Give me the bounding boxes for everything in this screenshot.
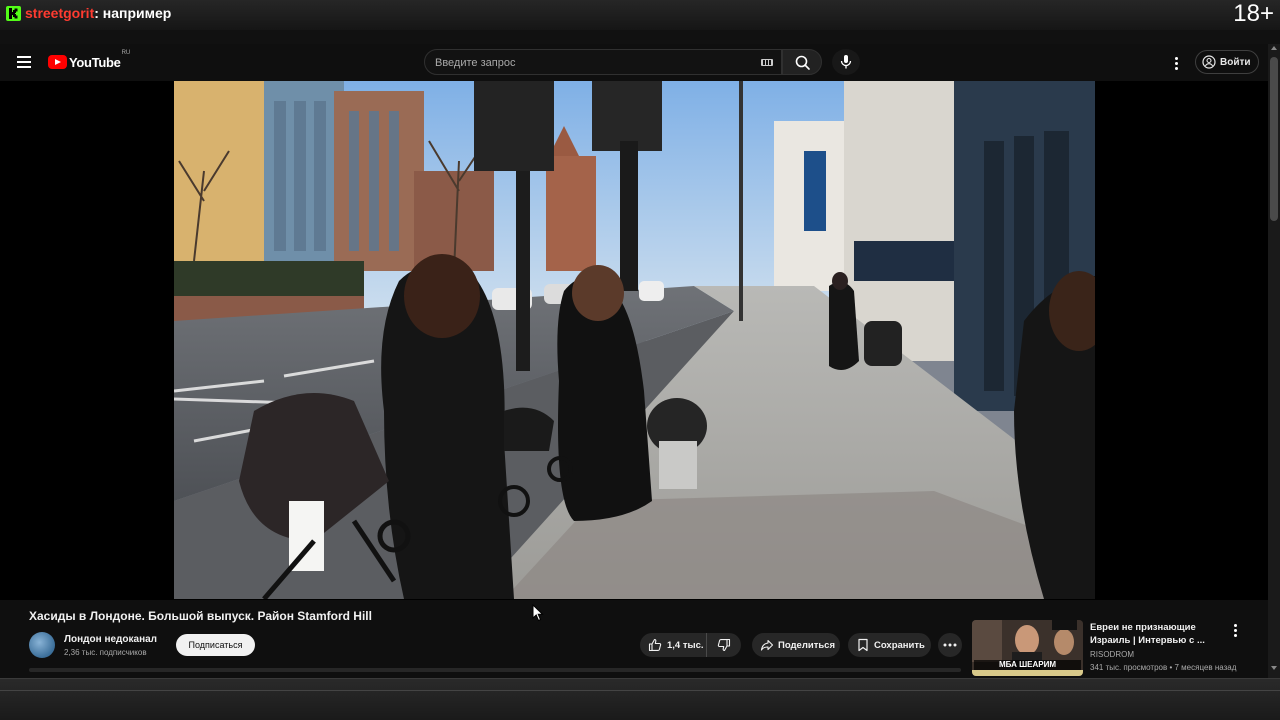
recommended-channel-name[interactable]: RISODROM — [1090, 650, 1134, 659]
stream-overlay-bar: streetgorit: например 18+ — [0, 0, 1280, 30]
search-input[interactable] — [435, 54, 755, 72]
account-icon — [1202, 55, 1216, 69]
youtube-masthead: YouTube RU Войти — [0, 44, 1268, 81]
page-scrollbar[interactable] — [1268, 44, 1280, 678]
video-details: Хасиды в Лондоне. Большой выпуск. Район … — [0, 600, 1268, 678]
search-button[interactable] — [782, 49, 822, 75]
kick-logo-icon — [6, 6, 21, 21]
search-icon — [795, 55, 810, 70]
youtube-logo-icon — [48, 55, 67, 69]
recommended-video-thumbnail[interactable]: МБА ШЕАРИМ — [972, 620, 1083, 676]
region-code: RU — [121, 50, 131, 56]
save-button[interactable]: Сохранить — [848, 633, 931, 657]
like-button[interactable]: 1,4 тыс. — [640, 633, 707, 657]
dislike-button[interactable] — [707, 633, 741, 657]
thumbnail-caption: МБА ШЕАРИМ — [974, 660, 1081, 670]
subscriber-count: 2,36 тыс. подписчиков — [64, 648, 147, 657]
scroll-down-arrow[interactable] — [1271, 666, 1277, 670]
stream-channel: streetgorit — [25, 5, 95, 21]
age-rating-badge: 18+ — [1233, 0, 1274, 27]
like-count: 1,4 тыс. — [667, 639, 704, 651]
stream-status: например — [98, 5, 172, 21]
mic-icon — [840, 55, 852, 69]
overlay-divider — [0, 30, 1280, 44]
stream-title: streetgorit: например — [25, 5, 171, 21]
more-vert-icon[interactable] — [1228, 620, 1242, 638]
like-dislike-group: 1,4 тыс. — [640, 633, 741, 657]
voice-search-button[interactable] — [832, 49, 860, 75]
search-box — [424, 49, 782, 75]
recommended-video-title[interactable]: Евреи не признающие Израиль | Интервью с… — [1090, 621, 1220, 647]
scroll-up-arrow[interactable] — [1271, 46, 1277, 50]
more-horiz-icon[interactable] — [938, 633, 962, 657]
share-button[interactable]: Поделиться — [752, 633, 840, 657]
description-box-edge — [29, 668, 961, 672]
channel-avatar[interactable] — [29, 632, 55, 658]
video-frame — [174, 81, 1095, 599]
bookmark-icon — [858, 638, 868, 652]
thumb-up-icon — [648, 638, 662, 652]
signin-label: Войти — [1220, 56, 1251, 68]
save-label: Сохранить — [874, 639, 925, 651]
video-player[interactable] — [174, 81, 1095, 599]
channel-name[interactable]: Лондон недоканал — [64, 634, 157, 645]
mouse-cursor-icon — [532, 604, 544, 622]
menu-icon[interactable] — [14, 53, 34, 73]
keyboard-icon[interactable] — [761, 59, 773, 66]
youtube-wordmark: YouTube — [69, 54, 121, 70]
recommended-video-meta: 341 тыс. просмотров • 7 месяцев назад — [1090, 663, 1237, 672]
video-title: Хасиды в Лондоне. Большой выпуск. Район … — [29, 609, 372, 623]
share-label: Поделиться — [778, 639, 836, 651]
subscribe-button[interactable]: Подписаться — [176, 634, 255, 656]
share-icon — [760, 639, 774, 651]
youtube-logo[interactable]: YouTube RU — [48, 50, 130, 70]
window-divider — [0, 690, 1280, 691]
signin-button[interactable]: Войти — [1195, 50, 1259, 74]
window-bottom-bar — [0, 678, 1280, 720]
thumb-down-icon — [717, 638, 731, 652]
scroll-thumb[interactable] — [1270, 57, 1278, 221]
more-vert-icon[interactable] — [1168, 53, 1184, 73]
